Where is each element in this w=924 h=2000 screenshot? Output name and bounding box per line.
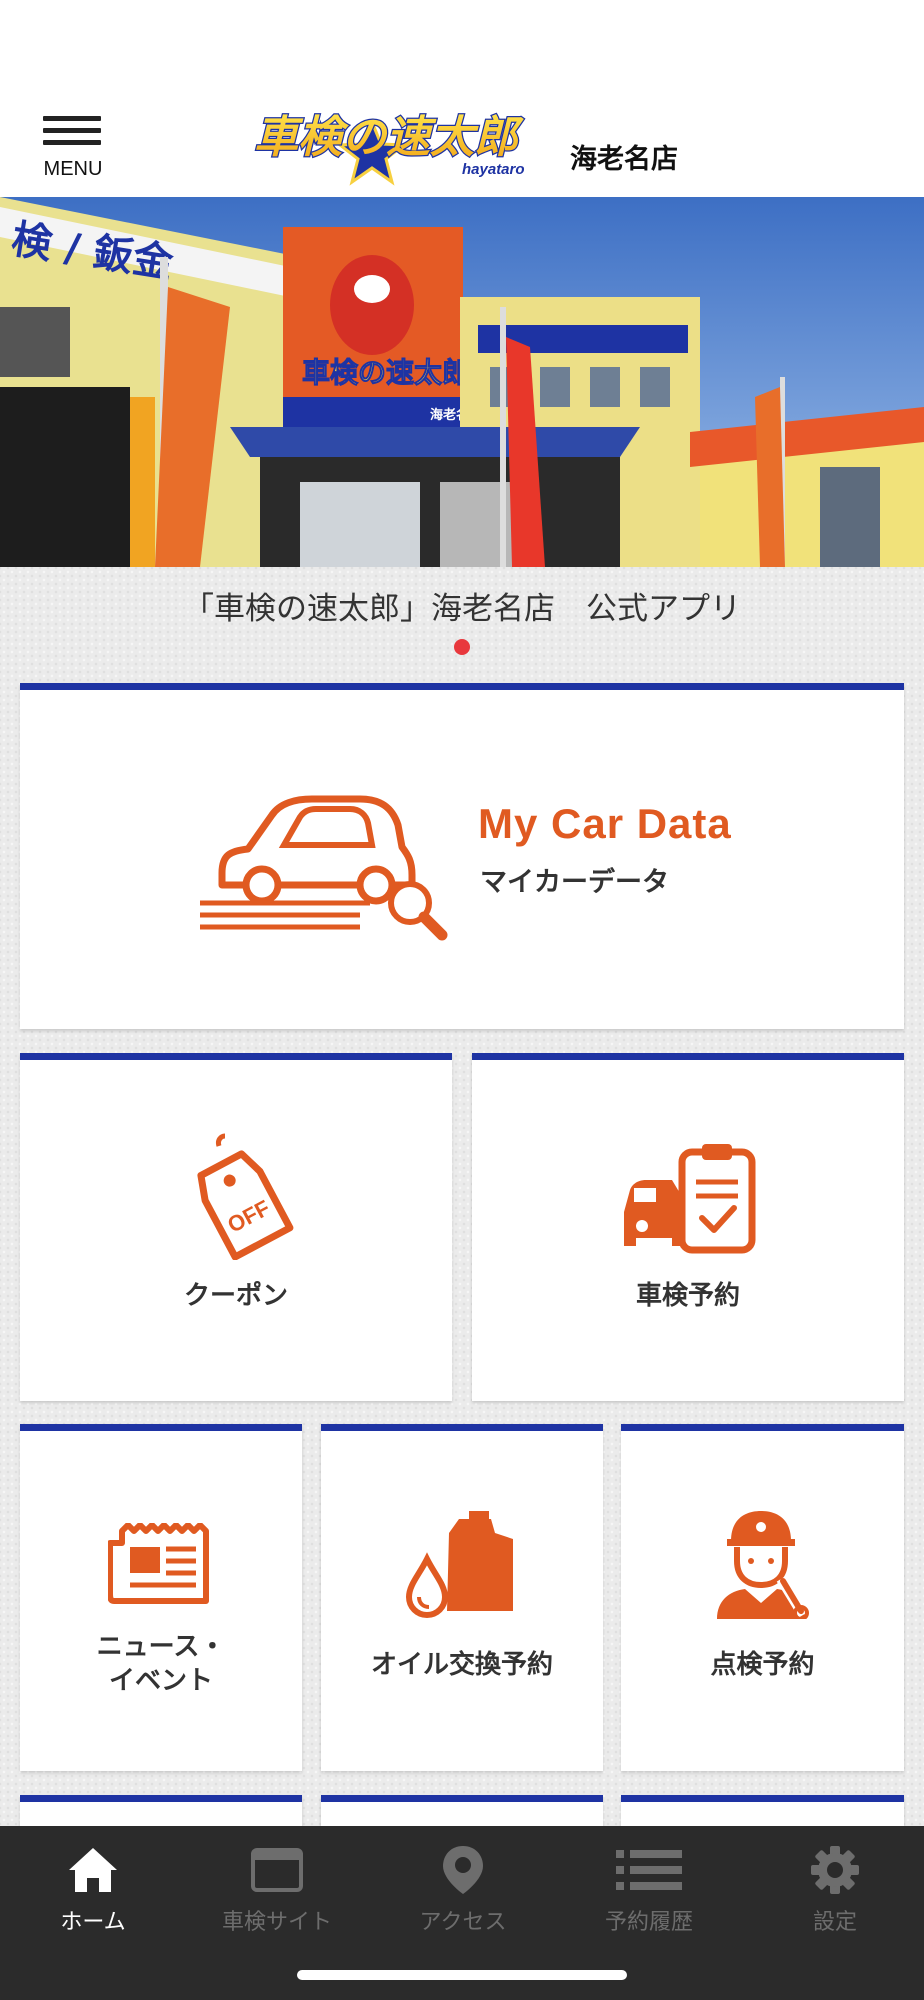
coupon-title: クーポン [183, 1281, 288, 1311]
tab-access-label: アクセス [419, 1910, 507, 1935]
hamburger-icon [43, 116, 101, 121]
hamburger-icon-bar [43, 128, 101, 133]
news-events-tile[interactable]: ニュース・ イベント [20, 1424, 302, 1771]
tab-booking-history-label: 予約履歴 [604, 1910, 693, 1935]
off-tag-icon: OFF [197, 1133, 294, 1260]
svg-text:車検の速太郎: 車検の速太郎 [254, 112, 524, 163]
tab-access[interactable]: アクセス [388, 1844, 538, 1954]
shaken-booking-tile[interactable]: 車検予約 [472, 1053, 904, 1401]
hamburger-icon-bar [43, 140, 101, 145]
brand-logo: 車検の速太郎 hayataro [253, 111, 525, 186]
store-name: 海老名店 [570, 144, 678, 175]
svg-text:hayataro: hayataro [462, 161, 525, 178]
car-clipboard-icon [624, 1144, 756, 1254]
newspaper-icon [108, 1523, 209, 1604]
map-pin-icon [443, 1846, 483, 1894]
gear-icon [811, 1846, 859, 1894]
inspection-booking-tile[interactable]: 点検予約 [621, 1424, 904, 1771]
inspection-booking-title: 点検予約 [710, 1650, 815, 1680]
tab-booking-history[interactable]: 予約履歴 [574, 1844, 724, 1954]
oil-change-booking-title: オイル交換予約 [370, 1650, 553, 1680]
hero-caption: 「車検の速太郎」海老名店 公式アプリ [183, 591, 741, 627]
svg-text:車検の速太郎: 車検の速太郎 [302, 356, 470, 389]
menu-label: MENU [43, 158, 103, 180]
mechanic-icon [717, 1511, 809, 1619]
tab-home-label: ホーム [60, 1910, 126, 1935]
home-icon [69, 1848, 117, 1892]
oil-can-icon [405, 1511, 513, 1619]
coupon-tile[interactable]: OFF クーポン [20, 1053, 452, 1401]
news-title-line-2: イベント [108, 1665, 213, 1696]
tab-settings-label: 設定 [812, 1910, 857, 1935]
hero-banner-image[interactable]: 検 / 鈑金 車検の速太郎 海老名店 [0, 197, 924, 567]
oil-change-booking-tile[interactable]: オイル交換予約 [321, 1424, 603, 1771]
tab-shaken-site-label: 車検サイト [221, 1910, 332, 1935]
news-events-title: ニュース・ イベント [20, 1631, 302, 1699]
tab-shaken-site[interactable]: 車検サイト [202, 1844, 352, 1954]
slider-indicator-dot[interactable] [454, 639, 470, 655]
shaken-booking-title: 車検予約 [635, 1281, 740, 1311]
menu-button[interactable]: MENU [38, 116, 108, 186]
tab-home[interactable]: ホーム [18, 1844, 168, 1954]
my-car-data-title: My Car Data [478, 800, 732, 847]
my-car-data-tile[interactable]: My Car Data マイカーデータ [20, 683, 904, 1029]
news-title-line-1: ニュース・ [96, 1632, 226, 1662]
home-indicator[interactable] [297, 1970, 627, 1980]
my-car-data-subtitle: マイカーデータ [480, 867, 669, 898]
tab-settings[interactable]: 設定 [760, 1844, 910, 1954]
car-search-icon [200, 795, 448, 941]
list-icon [616, 1850, 682, 1890]
browser-window-icon [251, 1848, 303, 1892]
